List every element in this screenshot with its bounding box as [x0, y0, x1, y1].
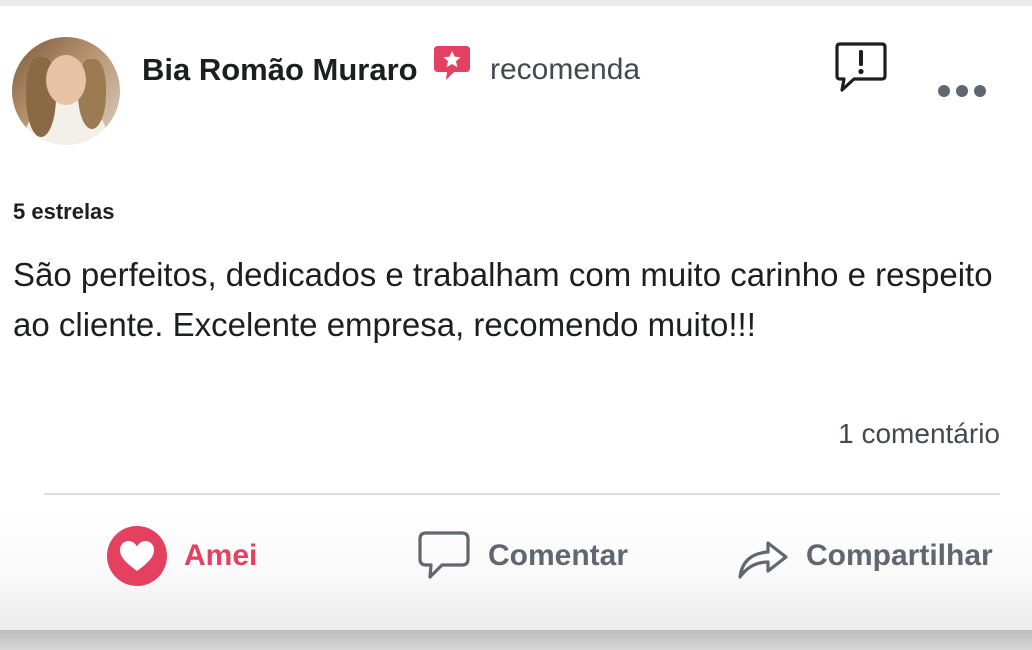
author-name[interactable]: Bia Romão Muraro — [142, 52, 418, 88]
comment-bubble-icon — [418, 531, 470, 579]
divider — [44, 493, 1000, 495]
rating-text: 5 estrelas — [13, 199, 115, 224]
top-edge — [0, 0, 1032, 6]
review-body: São perfeitos, dedicados e trabalham com… — [13, 256, 993, 343]
recommend-star-badge-icon — [434, 46, 470, 80]
bottom-edge — [0, 630, 1032, 650]
comment-label: Comentar — [488, 539, 629, 572]
love-label: Amei — [184, 539, 258, 572]
comments-count-link[interactable]: 1 comentário — [838, 418, 1000, 450]
share-label: Compartilhar — [806, 539, 993, 572]
comment-button[interactable]: Comentar — [416, 524, 628, 588]
report-exclamation-icon[interactable] — [834, 40, 888, 92]
more-options-icon[interactable] — [937, 84, 987, 98]
avatar[interactable] — [12, 37, 120, 145]
recommend-action-text: recomenda — [490, 53, 641, 86]
share-arrow-icon — [738, 541, 788, 579]
avatar-face — [46, 55, 86, 105]
love-reaction-button[interactable]: Amei — [106, 524, 257, 588]
share-button[interactable]: Compartilhar — [734, 524, 993, 588]
heart-reaction-icon — [107, 526, 167, 586]
